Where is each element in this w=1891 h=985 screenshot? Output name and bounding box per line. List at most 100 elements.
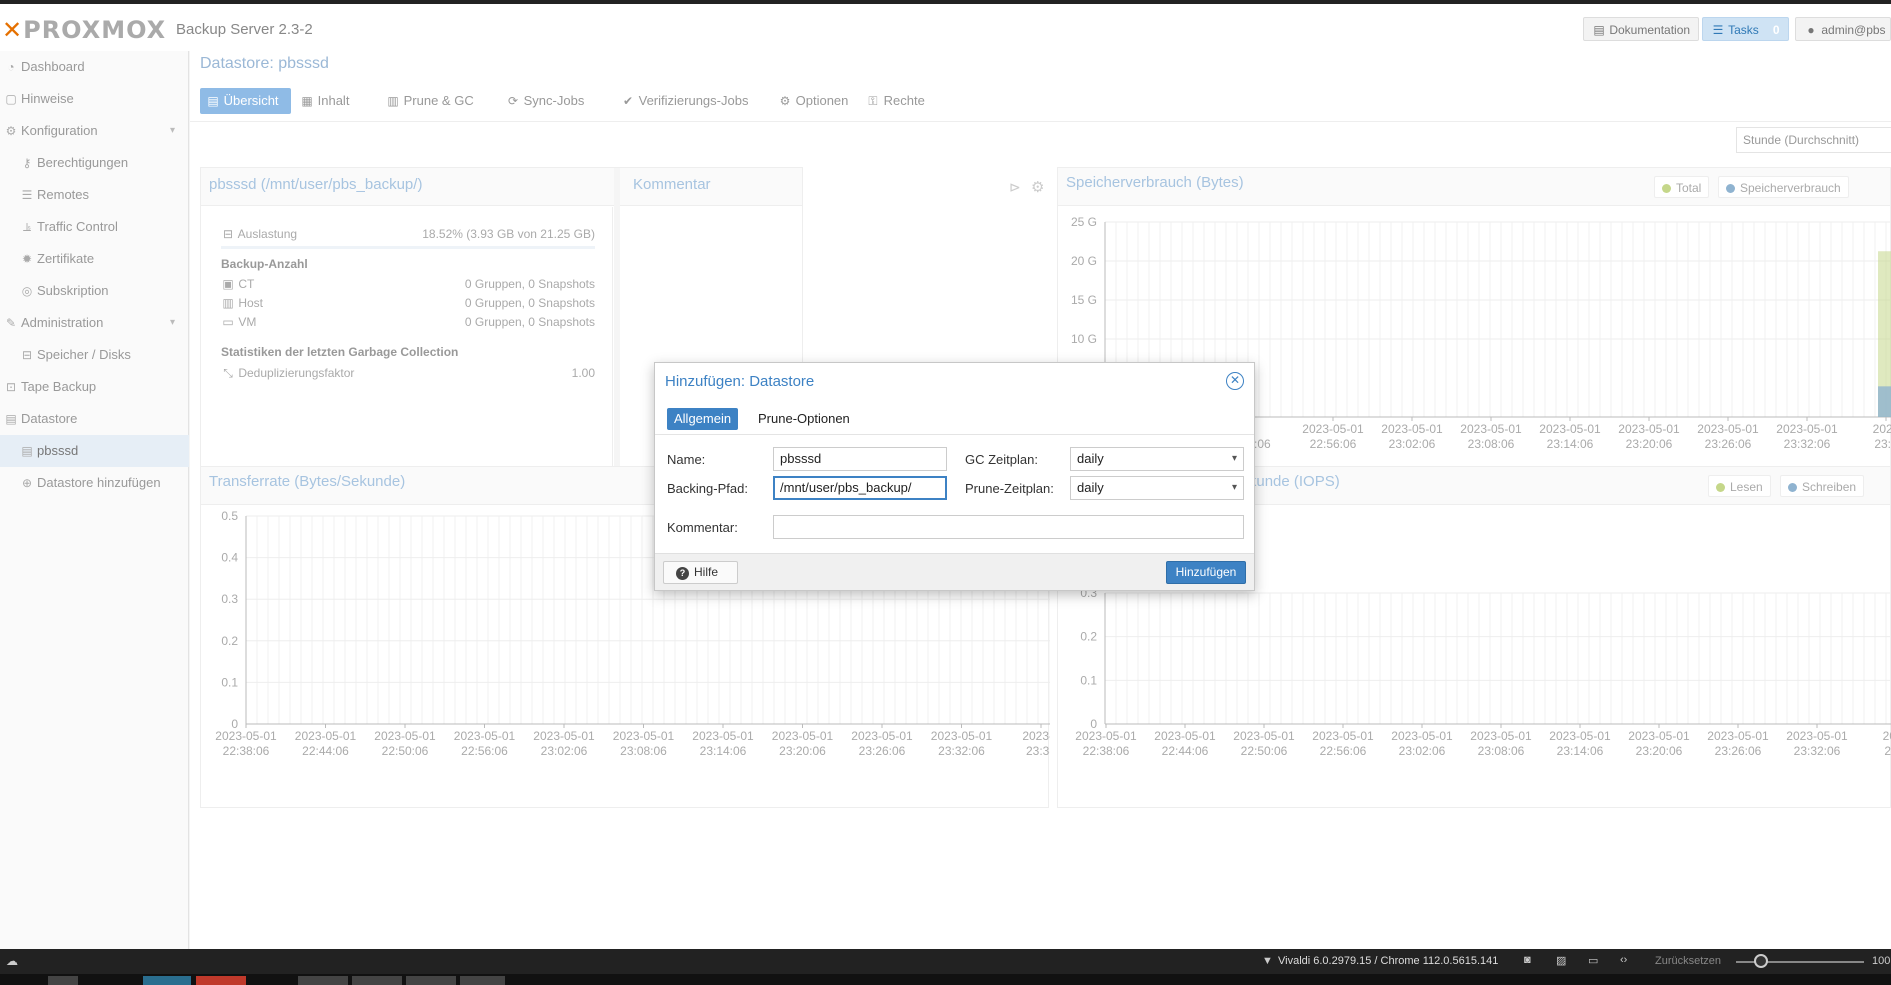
reset-zoom-button[interactable]: Zurücksetzen	[1655, 955, 1721, 967]
x-tick-label: 23:20:06	[779, 744, 826, 758]
top-bar: ✕PROXMOX Backup Server 2.3-2 ▤ Dokumenta…	[0, 0, 1891, 51]
tab-prune-gc[interactable]: ▥ Prune & GC	[380, 88, 480, 114]
sidebar-item-certificates[interactable]: ✹ Zertifikate	[0, 243, 189, 275]
chevron-down-icon[interactable]: ▾	[1232, 448, 1237, 470]
trash-icon: ▥	[387, 94, 399, 108]
config-icon: ⚙	[5, 124, 17, 138]
x-tick-label: 2023-05-01	[374, 729, 436, 743]
x-tick-label: 23:20:06	[1626, 437, 1673, 451]
legend-dot	[1716, 483, 1725, 492]
taskbar-item[interactable]	[196, 976, 246, 985]
tasks-button[interactable]: ☰ Tasks 0	[1702, 17, 1789, 41]
tab-options[interactable]: ⚙ Optionen	[772, 88, 854, 114]
usage-row: ⊟ Auslastung 18.52% (3.93 GB von 21.25 G…	[221, 227, 595, 249]
chevron-down-icon[interactable]: ▾	[1232, 477, 1237, 499]
x-tick-label: 22:56:06	[461, 744, 508, 758]
taskbar-item[interactable]	[406, 976, 456, 985]
legend-dot	[1662, 184, 1671, 193]
x-tick-label: 23:32:06	[1794, 744, 1841, 758]
gear-icon[interactable]: ⚙	[1031, 178, 1044, 196]
sidebar-item-storage-disks[interactable]: ⊟ Speicher / Disks	[0, 339, 189, 371]
legend-write[interactable]: Schreiben	[1780, 475, 1865, 497]
x-tick-label: 2023-05-01	[1312, 729, 1374, 743]
x-tick-label: 23:32:06	[1784, 437, 1831, 451]
taskbar-item[interactable]	[48, 976, 78, 985]
sidebar-item-datastore[interactable]: ▤ Datastore	[0, 403, 189, 435]
x-tick-label: 2023-05-01	[851, 729, 913, 743]
disk-icon: ⊟	[21, 348, 33, 362]
name-input[interactable]: pbsssd	[773, 447, 947, 471]
sidebar-item-configuration[interactable]: ⚙ Konfiguration ▾	[0, 115, 189, 147]
tab-prune-options[interactable]: Prune-Optionen	[751, 408, 857, 430]
sidebar-item-administration[interactable]: ✎ Administration ▾	[0, 307, 189, 339]
legend-dot	[1788, 483, 1797, 492]
x-tick-label: 2023-05-01	[1549, 729, 1611, 743]
backing-path-input[interactable]: /mnt/user/pbs_backup/	[773, 476, 947, 500]
plus-circle-icon: ⊕	[21, 476, 33, 490]
x-tick-label: 23:14:06	[1557, 744, 1604, 758]
product-version: Backup Server 2.3-2	[176, 21, 313, 38]
certificate-icon: ✹	[21, 252, 33, 266]
sidebar-item-pbsssd[interactable]: ▤ pbsssd	[0, 435, 189, 467]
chevron-down-icon[interactable]: ▾	[170, 307, 175, 339]
x-tick-label: 2023-05-01	[1154, 729, 1216, 743]
x-tick-label: 23:32:06	[938, 744, 985, 758]
sidebar-item-permissions[interactable]: ⚷ Berechtigungen	[0, 147, 189, 179]
documentation-button[interactable]: ▤ Dokumentation	[1583, 17, 1699, 41]
y-tick-label: 0.3	[221, 592, 238, 606]
add-button[interactable]: Hinzufügen	[1166, 561, 1246, 584]
sidebar-item-add-datastore[interactable]: ⊕ Datastore hinzufügen	[0, 467, 189, 499]
image-icon[interactable]: ▨	[1556, 954, 1566, 967]
y-tick-label: 20 G	[1071, 254, 1097, 268]
prune-schedule-label: Prune-Zeitplan:	[965, 481, 1054, 496]
x-tick-label: 23:08:06	[1478, 744, 1525, 758]
gc-schedule-select[interactable]: daily ▾	[1070, 447, 1244, 471]
tab-sync-jobs[interactable]: ⟳ Sync-Jobs	[500, 88, 590, 114]
window-icon[interactable]: ▭	[1588, 954, 1598, 967]
camera-icon[interactable]: ◙	[1524, 954, 1531, 966]
x-tick-label: 23:26:06	[1705, 437, 1752, 451]
comment-input[interactable]	[773, 515, 1244, 539]
prune-schedule-select[interactable]: daily ▾	[1070, 476, 1244, 500]
tab-general[interactable]: Allgemein	[667, 408, 739, 430]
sidebar-item-notes[interactable]: ▢ Hinweise	[0, 83, 189, 115]
tab-verify-jobs[interactable]: ✔ Verifizierungs-Jobs	[615, 88, 754, 114]
dashboard-icon: ◔	[7, 60, 15, 74]
sidebar-item-traffic-control[interactable]: ⫡ Traffic Control	[0, 211, 189, 243]
proxmox-logo[interactable]: ✕PROXMOX	[2, 16, 166, 44]
legend-read[interactable]: Lesen	[1708, 475, 1771, 497]
taskbar-item[interactable]	[298, 976, 348, 985]
summary-title: pbsssd (/mnt/user/pbs_backup/)	[209, 176, 423, 193]
y-tick-label: 0.5	[221, 509, 238, 523]
close-icon[interactable]: ✕	[1226, 372, 1244, 390]
sidebar-item-subscription[interactable]: ◎ Subskription	[0, 275, 189, 307]
zoom-slider-handle[interactable]	[1754, 954, 1768, 968]
legend-total[interactable]: Total	[1654, 176, 1710, 198]
taskbar-item[interactable]	[460, 976, 505, 985]
chevron-right-circle-icon[interactable]: ⊳	[1009, 179, 1021, 196]
sidebar-item-tape-backup[interactable]: ⊡ Tape Backup	[0, 371, 189, 403]
desktop-icon: ▭	[222, 315, 234, 329]
x-tick-label: 22:50:06	[1241, 744, 1288, 758]
help-button[interactable]: ? Hilfe	[663, 561, 738, 584]
comment-label: Kommentar:	[667, 520, 738, 535]
code-icon[interactable]: ‹›	[1620, 954, 1627, 966]
user-menu-button[interactable]: ● admin@pbs	[1795, 17, 1891, 41]
sidebar-item-remotes[interactable]: ☰ Remotes	[0, 179, 189, 211]
zoom-level: 100	[1872, 955, 1891, 967]
sidebar: ◔ Dashboard ▢ Hinweise ⚙ Konfiguration ▾ ⚷ Be…	[0, 51, 189, 949]
taskbar-item[interactable]	[352, 976, 402, 985]
x-tick-label: 2023-05-01	[1391, 729, 1453, 743]
x-tick-label: 2023-05-01	[613, 729, 675, 743]
cloud-icon[interactable]: ☁	[6, 954, 18, 968]
tab-permissions[interactable]: ⚿ Rechte	[860, 88, 931, 114]
tab-overview[interactable]: ▤ Übersicht	[200, 88, 291, 114]
legend-storage-usage[interactable]: Speicherverbrauch	[1718, 176, 1849, 198]
x-tick-label: 2023-05-01	[1697, 422, 1759, 436]
x-tick-label: 2023-05-01	[931, 729, 993, 743]
chevron-down-icon[interactable]: ▾	[170, 115, 175, 147]
tab-content[interactable]: ▦ Inhalt	[294, 88, 355, 114]
period-select[interactable]: Stunde (Durchschnitt)	[1736, 127, 1891, 153]
sidebar-item-dashboard[interactable]: ◔ Dashboard	[0, 51, 189, 83]
taskbar-item[interactable]	[143, 976, 191, 985]
